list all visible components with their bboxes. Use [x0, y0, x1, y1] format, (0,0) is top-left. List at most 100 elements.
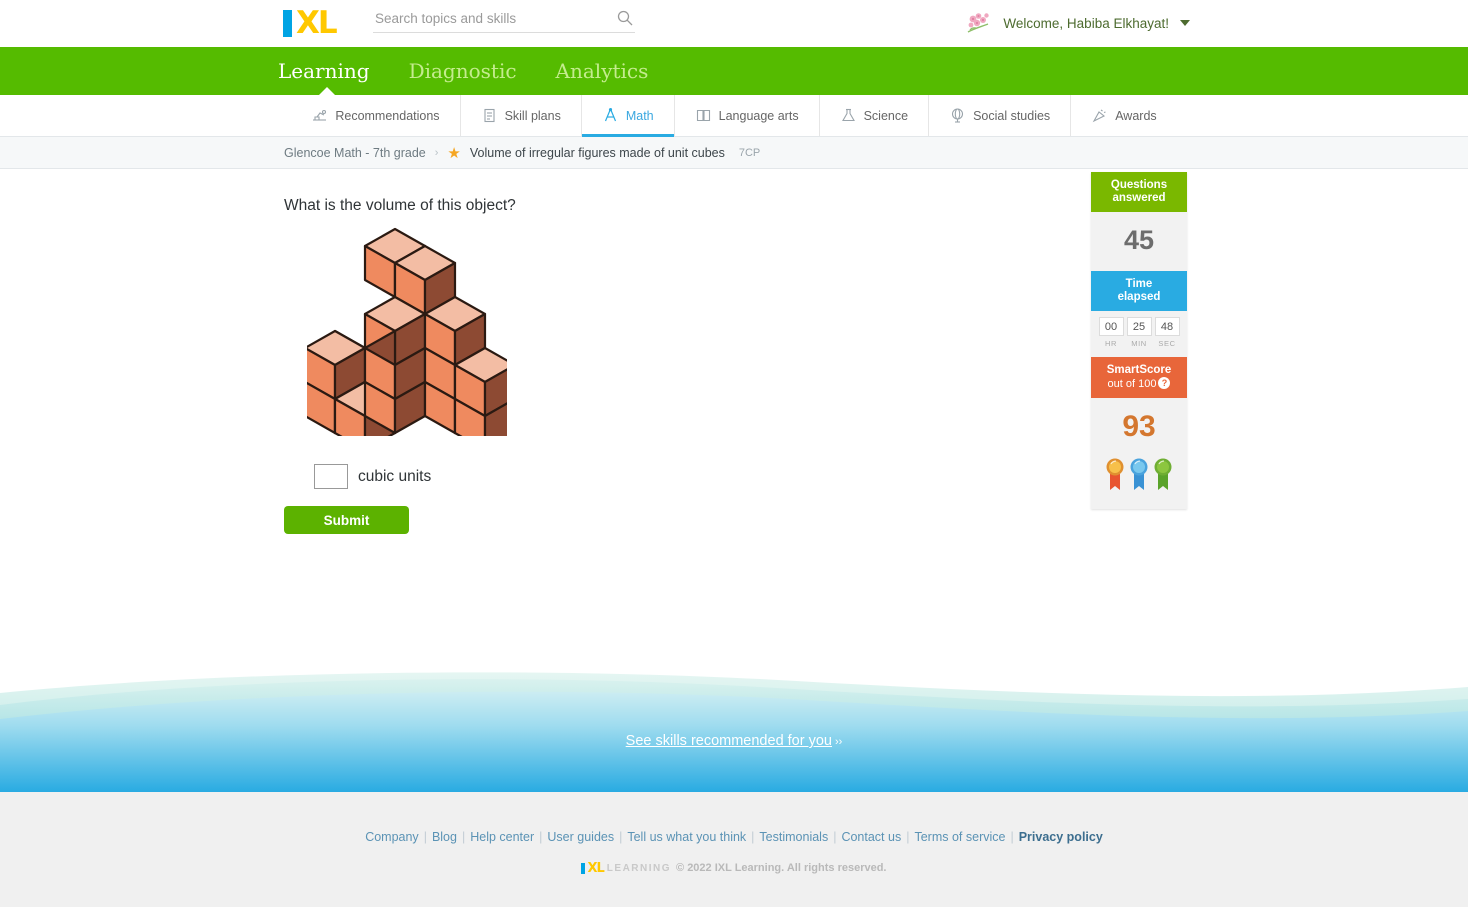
recommendation-band: See skills recommended for you ›› — [0, 671, 1468, 792]
timer-minutes-value: 25 — [1126, 317, 1152, 336]
questions-answered-label-1: Questions — [1110, 179, 1168, 191]
footer-link-help-center[interactable]: Help center — [470, 830, 534, 844]
footer-link-blog[interactable]: Blog — [432, 830, 457, 844]
user-menu[interactable]: Welcome, Habiba Elkhayat! — [964, 10, 1190, 36]
tab-label: Skill plans — [504, 108, 561, 123]
top-bar: XL Search topics and skills Welcome, Hab… — [0, 0, 1468, 47]
skill-plans-icon — [481, 107, 498, 124]
footer-link-privacy-policy[interactable]: Privacy policy — [1019, 830, 1103, 844]
time-elapsed-label-2: elapsed — [1117, 291, 1161, 303]
primary-nav: Learning Diagnostic Analytics — [0, 47, 1468, 96]
footer-logo-word: LEARNING — [606, 862, 672, 874]
submit-button[interactable]: Submit — [284, 506, 409, 534]
tab-science[interactable]: Science — [820, 95, 930, 136]
tab-label: Science — [863, 108, 909, 123]
questions-answered-label-2: answered — [1112, 192, 1166, 204]
timer-minutes-label: MIN — [1131, 339, 1147, 348]
science-flask-icon — [840, 107, 857, 124]
questions-answered-header: Questions answered — [1091, 172, 1187, 212]
answer-input[interactable] — [314, 464, 348, 489]
question-mark-help-icon[interactable]: ? — [1158, 377, 1171, 389]
footer-link-terms-of-service[interactable]: Terms of service — [914, 830, 1005, 844]
tab-math[interactable]: Math — [581, 95, 675, 137]
unit-label: cubic units — [358, 467, 432, 485]
footer-link-user-guides[interactable]: User guides — [547, 830, 614, 844]
footer-logo-xl: XL — [587, 860, 604, 876]
footer-sep: | — [619, 830, 623, 844]
skill-code: 7CP — [738, 146, 761, 159]
see-recommended-skills-link[interactable]: See skills recommended for you ›› — [0, 733, 1468, 749]
tab-skill-plans[interactable]: Skill plans — [461, 95, 582, 136]
footer-sep: | — [833, 830, 837, 844]
footer-copyright: XL LEARNING © 2022 IXL Learning. All rig… — [0, 860, 1468, 876]
chevron-down-icon[interactable] — [1180, 20, 1190, 26]
tab-label: Recommendations — [335, 108, 440, 123]
awards-confetti-icon — [1091, 107, 1108, 124]
tab-label: Awards — [1115, 108, 1157, 123]
footer-sep: | — [423, 830, 427, 844]
search-icon[interactable] — [617, 10, 633, 26]
see-recommended-skills-text[interactable]: See skills recommended for you — [626, 733, 832, 749]
subject-tabs: Recommendations Skill plans Math Languag… — [0, 95, 1468, 137]
timer-seconds-value: 48 — [1154, 317, 1180, 336]
tab-awards[interactable]: Awards — [1071, 95, 1176, 136]
smartscore-sub: out of 100 — [1107, 378, 1157, 390]
timer-seconds: 48 SEC — [1154, 317, 1180, 348]
footer-link-tell-us-what-you-think[interactable]: Tell us what you think — [627, 830, 746, 844]
smartscore-sub-row: out of 100? — [1093, 377, 1185, 391]
breadcrumb: Glencoe Math - 7th grade › ★ Volume of i… — [0, 137, 1468, 169]
math-compass-icon — [602, 107, 619, 124]
footer-link-contact-us[interactable]: Contact us — [841, 830, 901, 844]
tab-label: Social studies — [973, 108, 1051, 123]
nav-item-learning[interactable]: Learning — [278, 59, 370, 83]
smartscore-label: SmartScore — [1106, 364, 1172, 376]
tab-social-studies[interactable]: Social studies — [929, 95, 1072, 136]
tab-label: Language arts — [718, 108, 799, 123]
timer-hours-value: 00 — [1098, 317, 1124, 336]
logo-xl-text: XL — [296, 4, 338, 41]
search-input[interactable] — [373, 10, 603, 27]
main-content: What is the volume of this object? cubic… — [0, 169, 1468, 769]
footer-sep: | — [906, 830, 910, 844]
breadcrumb-skill: Volume of irregular figures made of unit… — [469, 145, 725, 160]
footer-link-testimonials[interactable]: Testimonials — [759, 830, 828, 844]
question-prompt: What is the volume of this object? — [284, 197, 516, 214]
logo-i-bar — [283, 9, 292, 37]
smartscore-value: 93 — [1122, 410, 1156, 443]
favorite-star-icon[interactable]: ★ — [447, 144, 460, 162]
footer-sep: | — [461, 830, 466, 844]
social-studies-globe-icon — [949, 107, 966, 124]
nav-item-analytics[interactable]: Analytics — [556, 59, 649, 83]
timer-hours: 00 HR — [1098, 317, 1124, 348]
smartscore-header: SmartScore out of 100? — [1091, 357, 1187, 398]
timer-hours-label: HR — [1104, 339, 1118, 348]
score-panel: Questions answered 45 Time elapsed 00 HR… — [1091, 172, 1187, 509]
breadcrumb-course[interactable]: Glencoe Math - 7th grade — [284, 146, 426, 160]
recommendations-icon — [311, 107, 328, 124]
ribbon-award-green — [1153, 454, 1173, 497]
time-elapsed-header: Time elapsed — [1091, 271, 1187, 311]
timer-minutes: 25 MIN — [1126, 317, 1152, 348]
search-bar[interactable] — [373, 10, 635, 33]
unit-cube-figure — [303, 221, 517, 452]
footer-links: Company | Blog | Help center | User guides | Tel… — [0, 830, 1468, 844]
footer-sep: | — [751, 830, 755, 844]
questions-answered-value: 45 — [1091, 212, 1187, 271]
nav-item-diagnostic[interactable]: Diagnostic — [409, 59, 517, 83]
footer-link-company[interactable]: Company — [365, 830, 419, 844]
breadcrumb-separator: › — [434, 146, 439, 159]
cherry-blossom-avatar — [964, 10, 994, 36]
tab-language-arts[interactable]: Language arts — [675, 95, 820, 136]
ribbon-award-blue — [1129, 454, 1149, 497]
copyright-text: © 2022 IXL Learning. All rights reserved… — [676, 862, 887, 874]
timer-display: 00 HR 25 MIN 48 SEC — [1091, 311, 1187, 350]
footer-ixl-logo: XL LEARNING — [581, 860, 672, 876]
tab-recommendations[interactable]: Recommendations — [291, 95, 461, 136]
language-arts-book-icon — [695, 107, 712, 124]
timer-seconds-label: SEC — [1158, 339, 1176, 348]
ixl-logo[interactable]: XL — [283, 4, 338, 41]
chevron-right-double-icon: ›› — [835, 736, 843, 748]
welcome-text: Welcome, Habiba Elkhayat! — [1003, 15, 1169, 31]
footer-logo-i-bar — [581, 862, 586, 874]
award-ribbons — [1091, 450, 1187, 509]
